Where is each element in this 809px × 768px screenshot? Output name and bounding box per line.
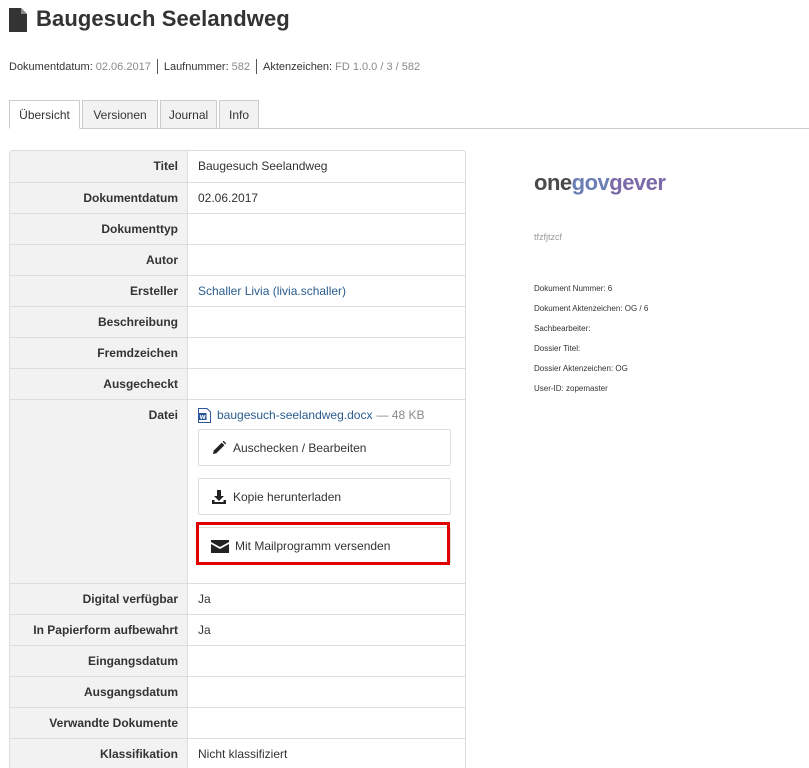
tab-info[interactable]: Info [219,100,259,128]
tab-overview[interactable]: Übersicht [9,100,80,129]
byline-seq-label: Laufnummer: [163,60,229,73]
field-label: Dokumentdatum [10,183,188,213]
field-value: Nicht klassifiziert [198,747,288,761]
field-value [188,214,465,244]
table-row: Ausgecheckt [10,368,465,399]
field-label: Datei [10,400,188,583]
field-label: Eingangsdatum [10,646,188,676]
document-icon [9,8,27,32]
table-row: Klassifikation Nicht klassifiziert [10,738,465,768]
byline-seq-value: 582 [231,60,250,73]
table-row: Ausgangsdatum [10,676,465,707]
table-row: Digital verfügbar Ja [10,583,465,614]
field-value [188,646,465,676]
field-value: Ja [198,623,211,637]
field-label: Ersteller [10,276,188,306]
table-row: Eingangsdatum [10,645,465,676]
byline-date-label: Dokumentdatum: [9,60,93,73]
table-row: Titel Baugesuch Seelandweg [10,151,465,182]
field-label: Titel [10,151,188,182]
field-value [188,338,465,368]
logo-part: one [534,170,572,195]
tab-versions[interactable]: Versionen [82,100,158,128]
page-title: Baugesuch Seelandweg [36,6,290,31]
field-label: Beschreibung [10,307,188,337]
svg-text:W: W [200,414,206,420]
creator-link[interactable]: Schaller Livia (livia.schaller) [198,284,346,298]
field-label: Autor [10,245,188,275]
byline: Dokumentdatum: 02.06.2017 Laufnummer: 58… [9,59,420,74]
table-row: Beschreibung [10,306,465,337]
field-label: Ausgangsdatum [10,677,188,707]
byline-date-value: 02.06.2017 [95,60,151,73]
byline-separator [256,59,257,74]
onegovgever-logo: onegovgever [534,170,794,196]
metadata-table: Titel Baugesuch Seelandweg Dokumentdatum… [9,150,466,768]
byline-ref-label: Aktenzeichen: [263,60,333,73]
document-preview: onegovgever tfzfjtzcf Dokument Nummer: 6… [534,170,794,393]
preview-line: User-ID: zopemaster [534,384,608,393]
page-header: Baugesuch Seelandweg [9,6,290,32]
table-row: Dokumenttyp [10,213,465,244]
download-icon [212,489,226,504]
preview-line: Dokument Aktenzeichen: OG / 6 [534,304,649,313]
checkout-edit-label: Auschecken / Bearbeiten [233,440,367,455]
preview-line: Dossier Titel: [534,344,581,353]
download-copy-button[interactable]: Kopie herunterladen [198,478,451,515]
preview-line: Dokument Nummer: 6 [534,284,613,293]
file-size: — 48 KB [376,408,425,422]
table-row: Dokumentdatum 02.06.2017 [10,182,465,213]
byline-ref-value: FD 1.0.0 / 3 / 582 [335,60,421,73]
checkout-edit-button[interactable]: Auschecken / Bearbeiten [198,429,451,466]
field-label: In Papierform aufbewahrt [10,615,188,645]
highlight-box [196,522,450,565]
field-label: Verwandte Dokumente [10,708,188,738]
field-value: Baugesuch Seelandweg [198,159,328,173]
table-row: Ersteller Schaller Livia (livia.schaller… [10,275,465,306]
word-file-icon: W [198,407,211,423]
tab-journal[interactable]: Journal [160,100,217,128]
logo-part: gov [571,170,610,195]
preview-code: tfzfjtzcf [534,232,563,242]
preview-line: Sachbearbeiter: [534,324,591,333]
preview-line: Dossier Aktenzeichen: OG [534,364,628,373]
download-copy-label: Kopie herunterladen [233,489,342,504]
pencil-icon [213,440,227,454]
field-value [188,708,465,738]
table-row: In Papierform aufbewahrt Ja [10,614,465,645]
byline-separator [156,59,158,74]
table-row: Fremdzeichen [10,337,465,368]
field-label: Klassifikation [10,739,188,768]
field-value-cell: Schaller Livia (livia.schaller) [188,276,465,306]
logo-part: gever [609,170,666,195]
file-link[interactable]: baugesuch-seelandweg.docx [217,408,372,422]
field-value [188,677,465,707]
table-row: Verwandte Dokumente [10,707,465,738]
preview-lines: Dokument Nummer: 6 Dokument Aktenzeichen… [534,284,648,404]
field-label: Ausgecheckt [10,369,188,399]
field-label: Digital verfügbar [10,584,188,614]
field-value: Ja [198,592,211,606]
field-value [188,369,465,399]
field-label: Dokumenttyp [10,214,188,244]
field-value [188,307,465,337]
field-label: Fremdzeichen [10,338,188,368]
field-value [188,245,465,275]
tab-bar: Übersicht Versionen Journal Info [9,100,809,129]
file-line: W baugesuch-seelandweg.docx — 48 KB [198,407,455,423]
table-row: Autor [10,244,465,275]
field-value: 02.06.2017 [198,191,259,205]
